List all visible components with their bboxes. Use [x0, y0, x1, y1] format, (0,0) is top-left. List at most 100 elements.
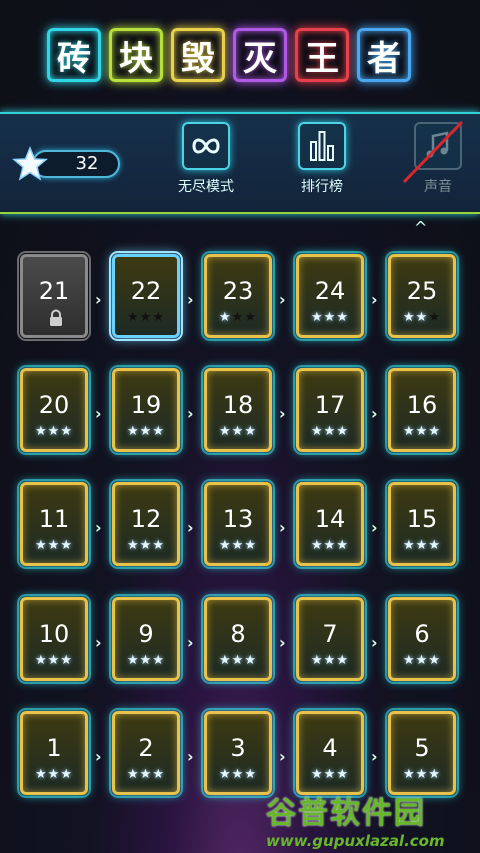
level-number: 9 [138, 620, 154, 648]
star-filled-icon: ★ [60, 767, 73, 782]
level-tile[interactable]: 16 ★★★ [385, 365, 459, 455]
chevron-right-icon: › [279, 404, 286, 423]
level-number: 1 [46, 734, 62, 762]
level-tile[interactable]: 5 ★★★ [385, 708, 459, 798]
level-stars: ★★★ [299, 538, 361, 553]
level-tile[interactable]: 17 ★★★ [293, 365, 367, 455]
level-tile[interactable]: 4 ★★★ [293, 708, 367, 798]
star-filled-icon: ★ [127, 653, 140, 668]
star-empty-icon: ★ [428, 310, 441, 325]
level-tile[interactable]: 2 ★★★ [109, 708, 183, 798]
star-filled-icon: ★ [323, 310, 337, 325]
level-number: 15 [406, 505, 438, 533]
star-filled-icon: ★ [35, 538, 48, 553]
level-tile[interactable]: 13 ★★★ [201, 479, 275, 569]
level-tile[interactable]: 3 ★★★ [201, 708, 275, 798]
star-filled-icon: ★ [47, 538, 61, 553]
level-stars: ★★★ [299, 424, 361, 439]
star-filled-icon: ★ [35, 424, 48, 439]
star-icon [12, 146, 48, 181]
chevron-right-icon: › [279, 518, 286, 537]
star-filled-icon: ★ [403, 767, 416, 782]
star-filled-icon: ★ [403, 538, 416, 553]
level-tile[interactable]: 11 ★★★ [17, 479, 91, 569]
star-filled-icon: ★ [415, 310, 429, 325]
star-empty-icon: ★ [152, 310, 165, 325]
chevron-right-icon: › [95, 290, 102, 309]
chevron-right-icon: › [371, 747, 378, 766]
star-filled-icon: ★ [60, 424, 73, 439]
star-empty-icon: ★ [244, 310, 257, 325]
level-tile[interactable]: 15 ★★★ [385, 479, 459, 569]
star-filled-icon: ★ [311, 538, 324, 553]
star-filled-icon: ★ [139, 538, 153, 553]
scroll-up-icon[interactable]: ^ [414, 218, 427, 237]
chevron-right-icon: › [371, 633, 378, 652]
bar-chart-icon [298, 122, 346, 170]
level-number: 19 [130, 391, 162, 419]
star-filled-icon: ★ [336, 538, 349, 553]
star-filled-icon: ★ [35, 653, 48, 668]
level-number: 18 [222, 391, 254, 419]
chevron-right-icon: › [371, 290, 378, 309]
level-tile[interactable]: 25 ★★★ [385, 251, 459, 341]
star-filled-icon: ★ [60, 653, 73, 668]
level-number: 13 [222, 505, 254, 533]
title-char-tile: 毁 [171, 28, 225, 82]
level-tile[interactable]: 12 ★★★ [109, 479, 183, 569]
level-stars: ★★★ [115, 653, 177, 668]
watermark-logo: 谷普软件园 [266, 796, 426, 831]
level-number: 17 [314, 391, 346, 419]
level-number: 22 [130, 277, 162, 305]
star-empty-icon: ★ [127, 310, 140, 325]
star-filled-icon: ★ [403, 424, 416, 439]
level-stars: ★★★ [391, 310, 453, 325]
star-filled-icon: ★ [311, 310, 324, 325]
star-empty-icon: ★ [231, 310, 245, 325]
level-tile[interactable]: 6 ★★★ [385, 594, 459, 684]
level-tile[interactable]: 8 ★★★ [201, 594, 275, 684]
star-filled-icon: ★ [244, 538, 257, 553]
title-char-tile: 砖 [47, 28, 101, 82]
star-filled-icon: ★ [231, 538, 245, 553]
level-tile[interactable]: 20 ★★★ [17, 365, 91, 455]
muted-slash-icon [402, 120, 464, 184]
star-filled-icon: ★ [336, 310, 349, 325]
level-number: 11 [38, 505, 70, 533]
star-empty-icon: ★ [139, 310, 153, 325]
level-tile[interactable]: 1 ★★★ [17, 708, 91, 798]
level-stars: ★★★ [207, 538, 269, 553]
star-filled-icon: ★ [323, 653, 337, 668]
level-tile[interactable]: 21 [17, 251, 91, 341]
endless-mode-button[interactable]: 无尽模式 [166, 122, 246, 196]
level-tile[interactable]: 18 ★★★ [201, 365, 275, 455]
star-filled-icon: ★ [403, 310, 416, 325]
level-tile[interactable]: 22 ★★★ [109, 251, 183, 341]
star-filled-icon: ★ [152, 538, 165, 553]
level-stars: ★★★ [299, 653, 361, 668]
level-tile[interactable]: 23 ★★★ [201, 251, 275, 341]
level-tile[interactable]: 9 ★★★ [109, 594, 183, 684]
level-tile[interactable]: 14 ★★★ [293, 479, 367, 569]
level-tile[interactable]: 10 ★★★ [17, 594, 91, 684]
title-char-tile: 者 [357, 28, 411, 82]
title-char-tile: 王 [295, 28, 349, 82]
level-number: 7 [322, 620, 338, 648]
level-stars: ★★★ [299, 767, 361, 782]
level-tile[interactable]: 19 ★★★ [109, 365, 183, 455]
watermark: 谷普软件园 www.gupuxlazal.com [266, 788, 476, 850]
level-stars: ★★★ [115, 538, 177, 553]
star-filled-icon: ★ [139, 767, 153, 782]
star-counter: 32 [12, 146, 124, 182]
level-stars: ★★★ [207, 653, 269, 668]
chevron-right-icon: › [187, 747, 194, 766]
sound-toggle-button[interactable]: 声音 [398, 120, 478, 196]
level-number: 12 [130, 505, 162, 533]
star-filled-icon: ★ [403, 653, 416, 668]
level-number: 20 [38, 391, 70, 419]
leaderboard-button[interactable]: 排行榜 [282, 122, 362, 196]
star-filled-icon: ★ [127, 767, 140, 782]
star-filled-icon: ★ [428, 653, 441, 668]
level-tile[interactable]: 7 ★★★ [293, 594, 367, 684]
level-tile[interactable]: 24 ★★★ [293, 251, 367, 341]
